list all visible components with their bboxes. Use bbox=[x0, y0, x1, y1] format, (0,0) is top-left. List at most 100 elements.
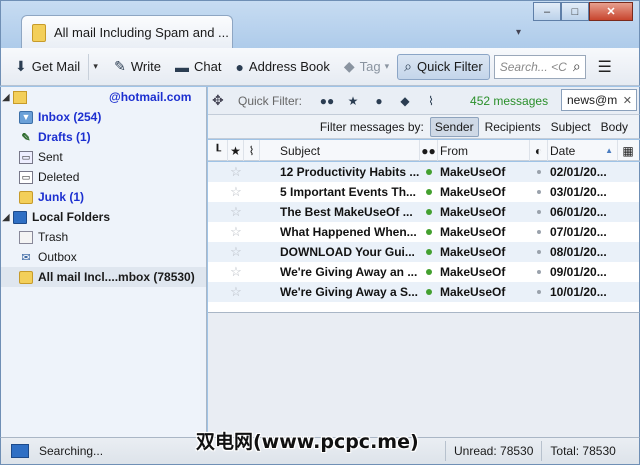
get-mail-dropdown[interactable]: ▾ bbox=[88, 53, 102, 80]
filter-sender-button[interactable]: Sender bbox=[429, 116, 479, 137]
filter-body-button[interactable]: Body bbox=[597, 118, 632, 136]
close-button[interactable]: ✕ bbox=[589, 2, 633, 21]
message-from: MakeUseOf bbox=[440, 245, 506, 259]
search-input[interactable]: Search... <C ⌕ bbox=[493, 54, 586, 79]
drafts-icon: ✎ bbox=[21, 131, 31, 144]
column-picker-icon[interactable]: ▦ bbox=[618, 140, 638, 161]
message-row[interactable]: ☆ DOWNLOAD Your Gui... MakeUseOf 08/01/2… bbox=[208, 242, 639, 262]
folder-inbox[interactable]: ▼ Inbox (254) bbox=[1, 107, 206, 127]
tag-icon: ◆ bbox=[343, 58, 355, 74]
message-row[interactable]: ☆ We're Giving Away an ... MakeUseOf 09/… bbox=[208, 262, 639, 282]
filter-recipients-button[interactable]: Recipients bbox=[481, 118, 545, 136]
folder-trash[interactable]: Trash bbox=[1, 227, 206, 247]
tag-button[interactable]: ◆ Tag ▾ bbox=[338, 54, 395, 80]
unread-dot-icon bbox=[420, 222, 438, 242]
starred-filter-icon[interactable]: ★ bbox=[340, 94, 366, 108]
folder-deleted[interactable]: ▭ Deleted bbox=[1, 167, 206, 187]
search-icon: ⌕ bbox=[572, 58, 581, 74]
pin-icon[interactable]: ✥ bbox=[212, 92, 230, 109]
read-status-column-icon[interactable]: ●● bbox=[420, 140, 438, 161]
folder-label: Drafts (1) bbox=[38, 130, 91, 144]
message-subject: The Best MakeUseOf ... bbox=[280, 205, 413, 219]
star-icon[interactable]: ☆ bbox=[228, 262, 244, 282]
star-icon[interactable]: ☆ bbox=[228, 182, 244, 202]
star-column-icon[interactable]: ★ bbox=[228, 140, 244, 161]
sent-icon: ▭ bbox=[19, 150, 33, 164]
chat-button[interactable]: ▬ Chat bbox=[169, 54, 227, 80]
online-status-icon[interactable] bbox=[11, 444, 29, 458]
address-book-button[interactable]: ● Address Book bbox=[229, 54, 335, 80]
message-row[interactable]: ☆ What Happened When... MakeUseOf 07/01/… bbox=[208, 222, 639, 242]
app-menu-button[interactable]: ☰ bbox=[592, 57, 618, 77]
attachment-column-icon[interactable]: ⌇ bbox=[244, 140, 260, 161]
account-row[interactable]: ◢ @hotmail.com bbox=[1, 87, 206, 107]
star-icon[interactable]: ☆ bbox=[228, 282, 244, 302]
get-mail-button[interactable]: ⬇ Get Mail bbox=[9, 54, 86, 80]
folder-all-mail[interactable]: All mail Incl....mbox (78530) bbox=[1, 267, 206, 287]
unread-filter-icon[interactable]: ●● bbox=[314, 94, 340, 108]
status-dot-icon bbox=[530, 262, 548, 282]
junk-folder-icon bbox=[19, 190, 33, 204]
filter-by-bar: Filter messages by: Sender Recipients Su… bbox=[208, 115, 640, 139]
folder-sent[interactable]: ▭ Sent bbox=[1, 147, 206, 167]
status-dot-icon bbox=[530, 242, 548, 262]
message-list: ☆ 12 Productivity Habits ... MakeUseOf 0… bbox=[208, 162, 640, 312]
message-subject: 5 Important Events Th... bbox=[280, 185, 417, 199]
message-row[interactable]: ☆ 5 Important Events Th... MakeUseOf 03/… bbox=[208, 182, 639, 202]
message-count: 452 messages bbox=[470, 93, 549, 108]
inbox-icon: ▼ bbox=[19, 110, 33, 124]
tab-list-dropdown-icon[interactable]: ▾ bbox=[516, 27, 521, 38]
tag-filter-icon[interactable]: ◆ bbox=[392, 94, 418, 108]
collapse-twisty-icon[interactable]: ◢ bbox=[1, 212, 11, 223]
folder-label: All mail Incl....mbox (78530) bbox=[38, 270, 195, 284]
collapse-twisty-icon[interactable]: ◢ bbox=[1, 92, 11, 103]
write-button[interactable]: ✎ Write bbox=[108, 54, 167, 80]
local-folders-row[interactable]: ◢ Local Folders bbox=[1, 207, 206, 227]
title-bar: All mail Including Spam and ... ▾ – □ ✕ bbox=[0, 0, 640, 49]
contact-filter-icon[interactable]: ● bbox=[366, 94, 392, 108]
chat-label: Chat bbox=[193, 59, 222, 74]
attachment-filter-icon[interactable]: ⌇ bbox=[418, 94, 444, 108]
star-icon[interactable]: ☆ bbox=[228, 202, 244, 222]
total-count: Total: 78530 bbox=[541, 441, 623, 461]
maximize-button[interactable]: □ bbox=[561, 2, 589, 21]
clear-filter-icon[interactable]: ✕ bbox=[623, 94, 636, 107]
address-book-label: Address Book bbox=[248, 59, 330, 74]
status-dot-icon bbox=[530, 222, 548, 242]
from-column[interactable]: From bbox=[438, 140, 530, 161]
quick-filter-input[interactable]: news@m ✕ bbox=[561, 89, 637, 111]
search-placeholder: Search... <C bbox=[499, 59, 567, 74]
thread-column-icon[interactable]: ┖ bbox=[208, 140, 228, 161]
folder-outbox[interactable]: ✉ Outbox bbox=[1, 247, 206, 267]
quick-filter-value: news@m bbox=[567, 93, 618, 107]
folder-label: Outbox bbox=[38, 250, 77, 264]
filter-subject-button[interactable]: Subject bbox=[547, 118, 595, 136]
message-row[interactable]: ☆ 12 Productivity Habits ... MakeUseOf 0… bbox=[208, 162, 639, 182]
folder-junk[interactable]: Junk (1) bbox=[1, 187, 206, 207]
date-column-label: Date bbox=[550, 143, 576, 158]
junk-status-column-icon[interactable]: ◐ bbox=[530, 140, 548, 161]
star-icon[interactable]: ☆ bbox=[228, 222, 244, 242]
status-dot-icon bbox=[530, 162, 548, 182]
minimize-button[interactable]: – bbox=[533, 2, 561, 21]
folder-label: Sent bbox=[38, 150, 63, 164]
subject-column[interactable]: Subject bbox=[260, 140, 420, 161]
account-name: @hotmail.com bbox=[109, 90, 192, 104]
message-preview-pane bbox=[208, 312, 640, 437]
unread-dot-icon bbox=[420, 282, 438, 302]
message-row[interactable]: ☆ We're Giving Away a S... MakeUseOf 10/… bbox=[208, 282, 639, 302]
folder-drafts[interactable]: ✎ Drafts (1) bbox=[1, 127, 206, 147]
folder-label: Inbox (254) bbox=[38, 110, 102, 124]
quick-filter-label: Quick Filter bbox=[416, 59, 483, 74]
magnifier-icon: ⌕ bbox=[404, 58, 412, 74]
star-icon[interactable]: ☆ bbox=[228, 162, 244, 182]
deleted-icon: ▭ bbox=[19, 170, 33, 184]
date-column[interactable]: Date ▲ bbox=[548, 140, 618, 161]
quick-filter-button[interactable]: ⌕ Quick Filter bbox=[397, 53, 490, 80]
folder-label: Junk (1) bbox=[38, 190, 85, 204]
message-subject: We're Giving Away an ... bbox=[280, 265, 418, 279]
tag-label: Tag bbox=[359, 59, 381, 74]
mail-tab[interactable]: All mail Including Spam and ... bbox=[21, 15, 233, 49]
message-row[interactable]: ☆ The Best MakeUseOf ... MakeUseOf 06/01… bbox=[208, 202, 639, 222]
star-icon[interactable]: ☆ bbox=[228, 242, 244, 262]
